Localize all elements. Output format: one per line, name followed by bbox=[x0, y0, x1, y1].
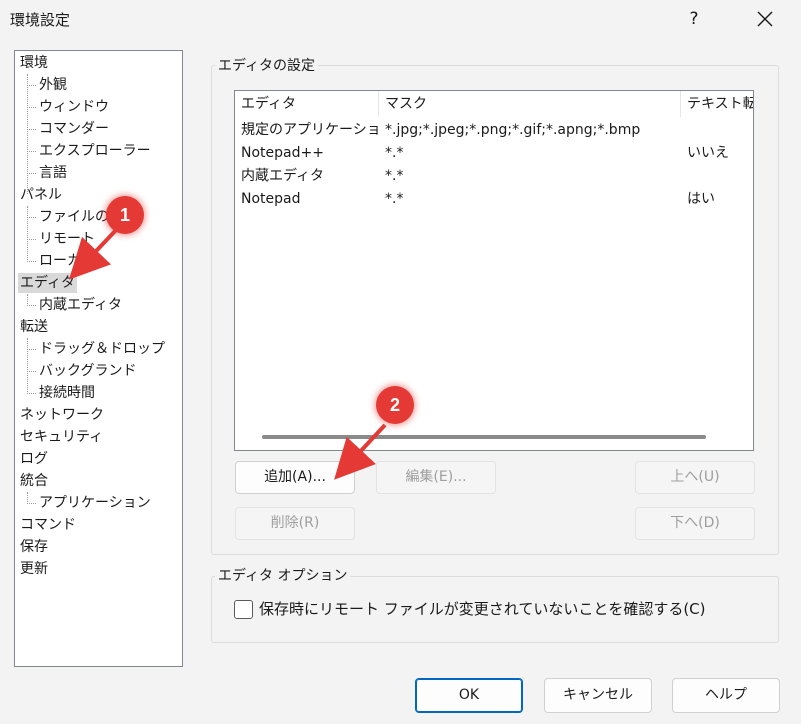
tree-connector bbox=[27, 206, 28, 260]
tree-item[interactable]: バックグランド bbox=[37, 361, 138, 381]
ok-button[interactable]: OK bbox=[415, 678, 523, 713]
annotation-badge-1: 1 bbox=[106, 196, 144, 234]
tree-item[interactable]: パネル bbox=[18, 185, 64, 205]
move-up-button[interactable]: 上へ(U) bbox=[635, 461, 755, 494]
list-cell: *.* bbox=[385, 191, 404, 207]
tree-connector bbox=[27, 338, 28, 392]
tree-connector bbox=[27, 393, 36, 394]
list-item[interactable]: 内蔵エディタ *.* bbox=[235, 165, 753, 187]
tree-connector bbox=[27, 173, 36, 174]
close-icon[interactable] bbox=[747, 6, 783, 32]
tree-item[interactable]: 転送 bbox=[18, 317, 50, 337]
cancel-button[interactable]: キャンセル bbox=[544, 678, 652, 713]
list-cell: いいえ bbox=[687, 145, 729, 161]
tree-connector bbox=[27, 371, 36, 372]
tree-item[interactable]: ログ bbox=[18, 449, 50, 469]
move-down-button[interactable]: 下へ(D) bbox=[635, 507, 755, 540]
tree-item[interactable]: ドラッグ＆ドロップ bbox=[37, 339, 167, 359]
tree-connector bbox=[27, 151, 36, 152]
tree-connector bbox=[27, 492, 28, 502]
list-item[interactable]: Notepad++ *.* いいえ bbox=[235, 142, 753, 164]
tree-connector bbox=[27, 129, 36, 130]
tree-item[interactable]: 統合 bbox=[18, 471, 50, 491]
editor-list[interactable]: エディタ マスク テキスト転送 規定のアプリケーション *.jpg;*.jpeg;… bbox=[234, 90, 754, 451]
list-item[interactable]: Notepad *.* はい bbox=[235, 188, 753, 210]
list-cell bbox=[681, 165, 753, 187]
tree-item[interactable]: アプリケーション bbox=[37, 493, 153, 513]
tree-connector bbox=[27, 261, 36, 262]
list-cell: 内蔵エディタ bbox=[241, 168, 325, 184]
tree-item[interactable]: セキュリティ bbox=[18, 427, 105, 447]
tree-item[interactable]: 内蔵エディタ bbox=[37, 295, 124, 315]
list-cell: *.* bbox=[385, 168, 404, 184]
list-cell: Notepad++ bbox=[241, 145, 324, 161]
annotation-badge-2: 2 bbox=[376, 386, 414, 424]
tree-connector bbox=[27, 107, 36, 108]
tree-item[interactable]: ローカル bbox=[37, 251, 97, 271]
tree-item[interactable]: 外観 bbox=[37, 75, 69, 95]
tree-connector bbox=[27, 305, 36, 306]
help-icon[interactable]: ? bbox=[677, 6, 711, 32]
help-button[interactable]: ヘルプ bbox=[672, 678, 780, 713]
tree-item[interactable]: ウィンドウ bbox=[37, 97, 111, 117]
horizontal-scrollbar[interactable] bbox=[235, 422, 753, 450]
window-title: 環境設定 bbox=[10, 11, 71, 29]
list-cell: Notepad bbox=[241, 191, 301, 207]
tree-item[interactable]: 環境 bbox=[18, 53, 50, 73]
tree-item[interactable]: ネットワーク bbox=[18, 405, 106, 425]
tree-connector bbox=[27, 85, 36, 86]
settings-tree[interactable]: 環境 外観 ウィンドウ コマンダー エクスプローラー 言語 パネル ファイルの色 リモート ローカ… bbox=[14, 50, 183, 667]
editor-settings-label: エディタの設定 bbox=[215, 57, 319, 75]
scrollbar-thumb[interactable] bbox=[262, 435, 706, 439]
tree-connector bbox=[27, 503, 36, 504]
tree-item[interactable]: 保存 bbox=[18, 537, 50, 557]
tree-connector bbox=[27, 217, 36, 218]
column-editor[interactable]: エディタ bbox=[235, 91, 379, 117]
tree-item[interactable]: エクスプローラー bbox=[37, 141, 153, 161]
verify-remote-checkbox[interactable] bbox=[234, 600, 253, 619]
list-header: エディタ マスク テキスト転送 bbox=[235, 91, 753, 117]
editor-options-label: エディタ オプション bbox=[215, 567, 351, 585]
tree-item[interactable]: エディタ bbox=[18, 273, 78, 293]
tree-connector bbox=[27, 239, 36, 240]
tree-item[interactable]: コマンダー bbox=[37, 119, 111, 139]
add-button[interactable]: 追加(A)... bbox=[235, 461, 355, 494]
tree-connector bbox=[27, 349, 36, 350]
column-mask[interactable]: マスク bbox=[379, 91, 681, 117]
list-cell: *.jpg;*.jpeg;*.png;*.gif;*.apng;*.bmp bbox=[385, 122, 641, 138]
list-cell: *.* bbox=[385, 145, 404, 161]
edit-button[interactable]: 編集(E)... bbox=[376, 461, 496, 494]
list-item[interactable]: 規定のアプリケーション *.jpg;*.jpeg;*.png;*.gif;*.ap… bbox=[235, 119, 753, 141]
remove-button[interactable]: 削除(R) bbox=[235, 507, 355, 540]
verify-remote-label[interactable]: 保存時にリモート ファイルが変更されていないことを確認する(C) bbox=[259, 599, 706, 619]
tree-item[interactable]: 言語 bbox=[37, 163, 69, 183]
list-cell: 規定のアプリケーション bbox=[241, 122, 379, 138]
title-bar: 環境設定 ? bbox=[0, 0, 801, 38]
list-cell bbox=[681, 119, 753, 141]
tree-item[interactable]: リモート bbox=[37, 229, 97, 249]
tree-connector bbox=[27, 74, 28, 194]
tree-connector bbox=[27, 294, 28, 304]
tree-item[interactable]: 更新 bbox=[18, 559, 50, 579]
tree-item[interactable]: コマンド bbox=[18, 515, 78, 535]
column-text-transfer[interactable]: テキスト転送 bbox=[681, 91, 753, 117]
tree-item[interactable]: 接続時間 bbox=[37, 383, 97, 403]
list-cell: はい bbox=[687, 191, 715, 207]
